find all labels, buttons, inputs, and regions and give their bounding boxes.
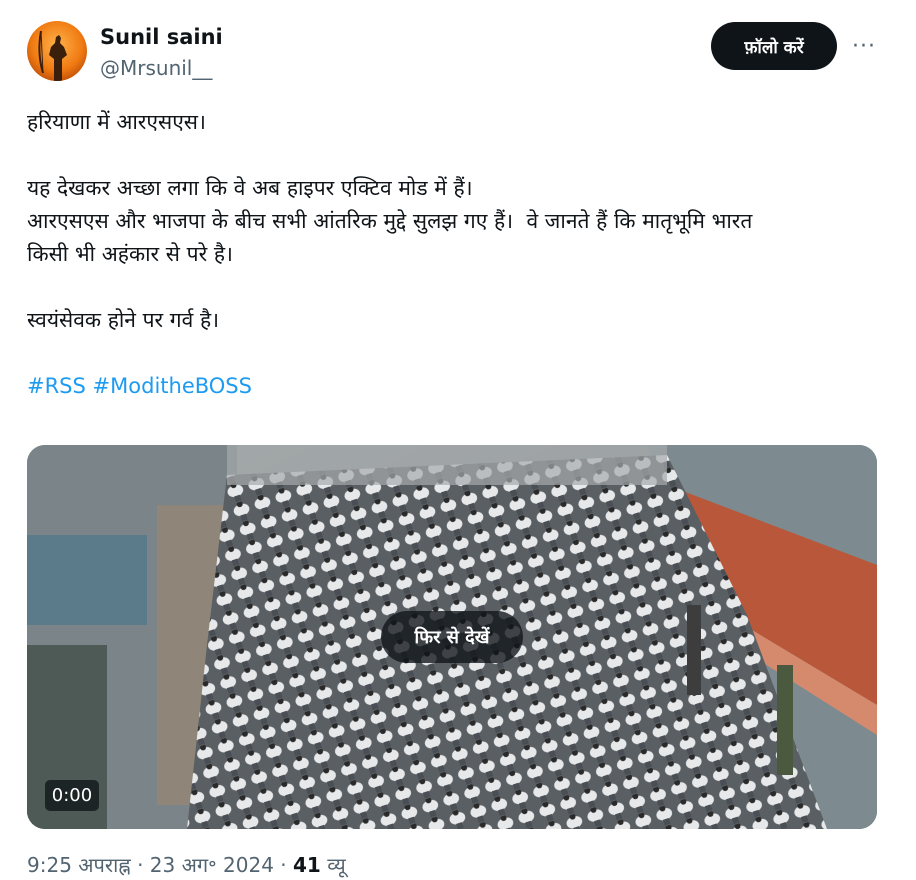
tweet-meta: 9:25 अपराह्न · 23 अग॰ 2024 · 41 व्यू	[27, 850, 346, 880]
video-timestamp: 0:00	[45, 780, 99, 811]
meta-separator: ·	[130, 853, 150, 877]
replay-button[interactable]: फिर से देखें	[381, 611, 523, 663]
tweet-card: Sunil saini @Mrsunil__ फ़ॉलो करें ··· हर…	[0, 0, 916, 880]
saffron-avatar-icon	[27, 21, 87, 81]
tweet-line: हरियाणा में आरएसएस।	[27, 110, 206, 134]
more-options-icon[interactable]: ···	[849, 28, 879, 64]
tweet-line: आरएसएस और भाजपा के बीच सभी आंतरिक मुद्दे…	[27, 209, 753, 233]
views-count: 41	[293, 853, 321, 877]
hashtag-link[interactable]: #RSS	[27, 374, 86, 398]
tweet-line: किसी भी अहंकार से परे है।	[27, 242, 233, 266]
tweet-text: हरियाणा में आरएसएस। यह देखकर अच्छा लगा क…	[27, 106, 877, 403]
follow-button[interactable]: फ़ॉलो करें	[711, 22, 837, 70]
author-name[interactable]: Sunil saini	[100, 24, 223, 50]
post-date[interactable]: 23 अग॰ 2024	[150, 853, 274, 877]
video-player[interactable]: फिर से देखें 0:00	[27, 445, 877, 829]
meta-separator: ·	[273, 853, 293, 877]
tweet-line: स्वयंसेवक होने पर गर्व है।	[27, 308, 220, 332]
views-label: व्यू	[320, 853, 346, 877]
avatar[interactable]	[27, 21, 87, 81]
hashtag-link[interactable]: #ModitheBOSS	[93, 374, 252, 398]
tweet-line: यह देखकर अच्छा लगा कि वे अब हाइपर एक्टिव…	[27, 176, 473, 200]
hashtag-list: #RSS #ModitheBOSS	[27, 370, 877, 403]
post-time[interactable]: 9:25 अपराह्न	[27, 853, 131, 877]
author-handle[interactable]: @Mrsunil__	[100, 55, 212, 81]
